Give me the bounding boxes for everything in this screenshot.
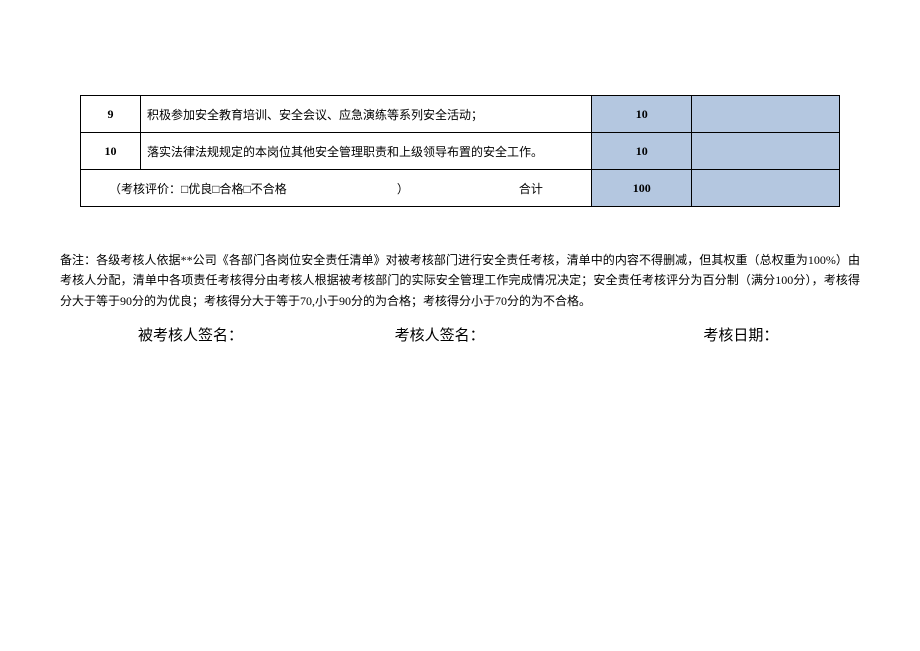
total-score[interactable] <box>692 170 840 207</box>
note-text: 备注：各级考核人依据**公司《各部门各岗位安全责任清单》对被考核部门进行安全责任… <box>60 250 860 311</box>
total-weight: 100 <box>592 170 692 207</box>
summary-row: （考核评价：□优良□合格□不合格）合计 100 <box>81 170 840 207</box>
signature-row: 被考核人签名： 考核人签名： 考核日期： <box>60 324 860 345</box>
row-number: 9 <box>81 96 141 133</box>
evaluation-cell: （考核评价：□优良□合格□不合格）合计 <box>81 170 592 207</box>
eval-option-good: 优良 <box>188 182 212 196</box>
row-number: 10 <box>81 133 141 170</box>
assessment-table-container: 9 积极参加安全教育培训、安全会议、应急演练等系列安全活动； 10 10 落实法… <box>80 95 840 207</box>
row-description: 积极参加安全教育培训、安全会议、应急演练等系列安全活动； <box>140 96 591 133</box>
total-label: 合计 <box>519 182 543 196</box>
checkbox-icon[interactable]: □ <box>244 182 251 196</box>
table-row: 10 落实法律法规规定的本岗位其他安全管理职责和上级领导布置的安全工作。 10 <box>81 133 840 170</box>
table-row: 9 积极参加安全教育培训、安全会议、应急演练等系列安全活动； 10 <box>81 96 840 133</box>
row-weight: 10 <box>592 96 692 133</box>
assessment-date-label: 考核日期： <box>551 324 860 345</box>
row-description: 落实法律法规规定的本岗位其他安全管理职责和上级领导布置的安全工作。 <box>140 133 591 170</box>
row-score[interactable] <box>692 133 840 170</box>
row-weight: 10 <box>592 133 692 170</box>
row-score[interactable] <box>692 96 840 133</box>
eval-prefix: （考核评价： <box>109 182 181 196</box>
eval-suffix: ） <box>397 182 409 196</box>
eval-option-pass: 合格 <box>220 182 244 196</box>
eval-option-fail: 不合格 <box>251 182 287 196</box>
examinee-signature-label: 被考核人签名： <box>60 324 295 345</box>
examiner-signature-label: 考核人签名： <box>295 324 552 345</box>
assessment-table: 9 积极参加安全教育培训、安全会议、应急演练等系列安全活动； 10 10 落实法… <box>80 95 840 207</box>
checkbox-icon[interactable]: □ <box>212 182 219 196</box>
